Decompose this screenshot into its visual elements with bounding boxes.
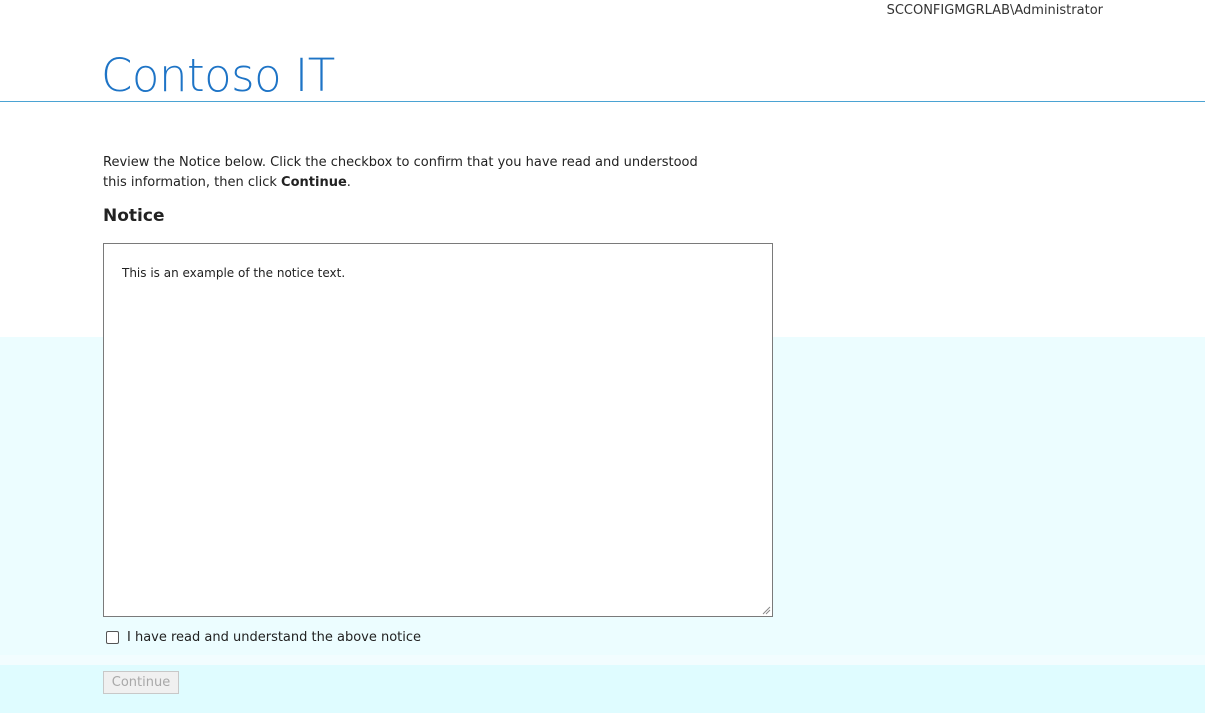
instructions-text-tail: . — [346, 175, 351, 190]
brand-title: Contoso IT — [101, 49, 335, 102]
instructions-text-lead: Review the Notice below. Click the check… — [103, 155, 698, 190]
continue-button[interactable]: Continue — [103, 671, 179, 694]
page: SCCONFIGMGRLAB\Administrator Contoso IT … — [0, 0, 1205, 713]
notice-textarea[interactable]: This is an example of the notice text. — [103, 243, 773, 617]
instructions-text: Review the Notice below. Click the check… — [103, 153, 703, 193]
instructions-text-emphasis: Continue — [281, 175, 347, 190]
notice-heading: Notice — [103, 206, 165, 226]
notice-body-text: This is an example of the notice text. — [122, 266, 346, 280]
confirm-notice-checkbox[interactable] — [106, 631, 119, 644]
confirm-notice-row[interactable]: I have read and understand the above not… — [106, 630, 421, 645]
header-divider — [0, 101, 1205, 102]
background-band — [0, 665, 1205, 713]
resize-grip-icon[interactable] — [761, 605, 771, 615]
signed-in-user: SCCONFIGMGRLAB\Administrator — [886, 3, 1103, 18]
background-band — [0, 655, 1205, 665]
confirm-notice-label: I have read and understand the above not… — [127, 630, 422, 645]
